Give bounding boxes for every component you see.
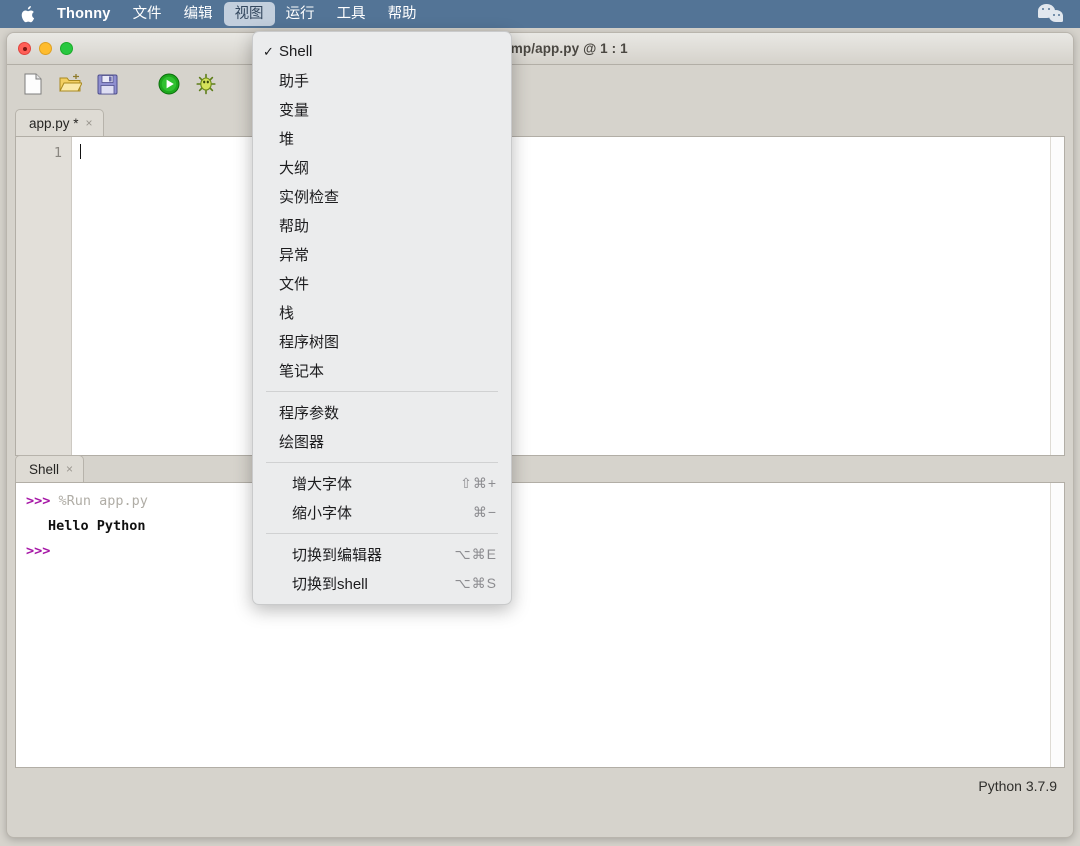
thonny-window: doudou/tmp/app.py @ 1 : 1 app.py * × 1 S… — [6, 32, 1074, 838]
menu-item-label: 缩小字体 — [292, 505, 353, 522]
shell-line: >>> — [26, 539, 1050, 564]
menu-item-label: 程序树图 — [279, 334, 340, 351]
menu-item-focus-editor[interactable]: 切换到编辑器 ⌥⌘E — [253, 540, 511, 569]
menu-item-label: 异常 — [279, 247, 310, 264]
open-file-icon[interactable] — [58, 72, 82, 96]
menu-view[interactable]: 视图 — [223, 2, 275, 26]
menu-item-label: 程序参数 — [279, 405, 340, 422]
status-bar: Python 3.7.9 — [7, 768, 1073, 804]
editor-scrollbar[interactable] — [1050, 137, 1064, 455]
menu-item-label: 绘图器 — [279, 434, 325, 451]
menu-item-outline[interactable]: 大纲 — [253, 153, 511, 182]
shell-scrollbar[interactable] — [1050, 483, 1064, 767]
shell-tabbar: Shell × — [15, 455, 1065, 482]
shell-line: Hello Python — [26, 514, 1050, 539]
menu-help[interactable]: 帮助 — [377, 2, 428, 26]
wechat-icon[interactable] — [1038, 3, 1068, 25]
menu-item-shell[interactable]: ✓ Shell — [253, 37, 511, 66]
shell-command: %Run app.py — [58, 493, 148, 509]
menu-item-stack[interactable]: 栈 — [253, 298, 511, 327]
menu-item-plotter[interactable]: 绘图器 — [253, 427, 511, 456]
menu-item-shortcut: ⌥⌘E — [454, 546, 497, 562]
menu-thonny[interactable]: Thonny — [46, 2, 122, 26]
editor-code-area[interactable] — [72, 137, 1050, 455]
menu-item-program-arguments[interactable]: 程序参数 — [253, 398, 511, 427]
shell-tab-label: Shell — [29, 461, 60, 477]
debug-icon[interactable] — [194, 72, 218, 96]
editor-pane[interactable]: 1 — [15, 136, 1065, 456]
menu-item-label: 文件 — [279, 276, 310, 293]
save-file-icon[interactable] — [95, 72, 119, 96]
editor-area: app.py * × 1 — [7, 103, 1073, 456]
toolbar-separator-1 — [132, 72, 144, 96]
menu-item-label: 助手 — [279, 73, 310, 90]
toolbar — [7, 65, 1073, 103]
shell-pane[interactable]: >>> %Run app.py Hello Python >>> — [15, 482, 1065, 768]
menu-item-files[interactable]: 文件 — [253, 269, 511, 298]
editor-tab-label: app.py * — [29, 115, 79, 131]
menu-item-program-tree[interactable]: 程序树图 — [253, 327, 511, 356]
menu-item-exception[interactable]: 异常 — [253, 240, 511, 269]
menu-run[interactable]: 运行 — [275, 2, 326, 26]
menu-item-label: 变量 — [279, 102, 310, 119]
shell-prompt: >>> — [26, 493, 51, 509]
menu-item-label: 帮助 — [279, 218, 310, 235]
line-number: 1 — [53, 145, 62, 161]
menu-item-label: 切换到shell — [292, 576, 368, 593]
apple-logo-icon[interactable] — [14, 4, 40, 24]
run-icon[interactable] — [157, 72, 181, 96]
window-title: doudou/tmp/app.py @ 1 : 1 — [452, 41, 628, 56]
new-file-icon[interactable] — [21, 72, 45, 96]
menu-item-shortcut: ⌥⌘S — [454, 575, 497, 591]
shell-output-text: Hello Python — [48, 518, 146, 534]
close-icon[interactable]: × — [86, 116, 93, 130]
menu-item-notebook[interactable]: 笔记本 — [253, 356, 511, 385]
macos-menu-bar: Thonny 文件 编辑 视图 运行 工具 帮助 — [0, 0, 1080, 28]
menu-item-assistant[interactable]: 助手 — [253, 66, 511, 95]
shell-line: >>> %Run app.py — [26, 489, 1050, 514]
shell-output[interactable]: >>> %Run app.py Hello Python >>> — [16, 483, 1050, 767]
menu-tools[interactable]: 工具 — [326, 2, 377, 26]
view-dropdown-menu: ✓ Shell 助手 变量 堆 大纲 实例检查 帮助 异常 文件 栈 程序树图 … — [252, 31, 512, 605]
editor-gutter: 1 — [16, 137, 72, 455]
menu-item-object-inspector[interactable]: 实例检查 — [253, 182, 511, 211]
menu-item-label: 笔记本 — [279, 363, 325, 380]
interpreter-label[interactable]: Python 3.7.9 — [978, 778, 1057, 794]
menu-edit[interactable]: 编辑 — [173, 2, 224, 26]
checkmark-icon: ✓ — [263, 43, 274, 59]
menu-item-label: 增大字体 — [292, 476, 353, 493]
menu-item-label: 堆 — [279, 131, 295, 148]
close-icon[interactable]: × — [66, 462, 73, 476]
toolbar-separator-2 — [231, 72, 243, 96]
shell-tab[interactable]: Shell × — [15, 455, 85, 482]
menu-separator-1 — [266, 391, 498, 392]
menu-item-label: 切换到编辑器 — [292, 547, 383, 564]
menu-item-label: Shell — [279, 43, 313, 60]
menu-item-label: 实例检查 — [279, 189, 340, 206]
menu-item-variables[interactable]: 变量 — [253, 95, 511, 124]
menu-separator-2 — [266, 462, 498, 463]
menu-item-heap[interactable]: 堆 — [253, 124, 511, 153]
menu-item-label: 大纲 — [279, 160, 310, 177]
menu-item-label: 栈 — [279, 305, 295, 322]
menu-file[interactable]: 文件 — [122, 2, 173, 26]
menu-item-focus-shell[interactable]: 切换到shell ⌥⌘S — [253, 569, 511, 598]
editor-tab-app-py[interactable]: app.py * × — [15, 109, 104, 136]
menu-item-help[interactable]: 帮助 — [253, 211, 511, 240]
menu-item-increase-font[interactable]: 增大字体 ⇧⌘+ — [253, 469, 511, 498]
menu-item-shortcut: ⌘− — [472, 504, 497, 520]
window-titlebar: doudou/tmp/app.py @ 1 : 1 — [7, 33, 1073, 65]
shell-prompt: >>> — [26, 543, 51, 559]
text-caret — [80, 144, 81, 159]
shell-area: Shell × >>> %Run app.py Hello Python >>> — [7, 455, 1073, 768]
menu-bar-status-area — [1038, 0, 1068, 28]
editor-tabbar: app.py * × — [15, 109, 1065, 136]
menu-separator-3 — [266, 533, 498, 534]
menu-item-shortcut: ⇧⌘+ — [460, 475, 497, 491]
menu-item-decrease-font[interactable]: 缩小字体 ⌘− — [253, 498, 511, 527]
